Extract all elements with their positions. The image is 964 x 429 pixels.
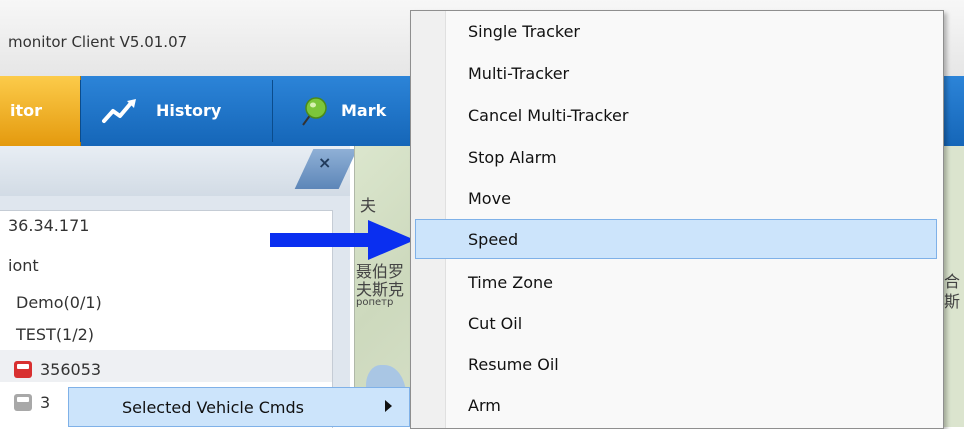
nav-tab-marker-label: Mark	[341, 101, 387, 120]
menu-item-label: Selected Vehicle Cmds	[122, 398, 304, 417]
nav-tab-history-label: History	[156, 101, 222, 120]
menu-item-label: Cut Oil	[468, 314, 523, 333]
menu-item-multi-tracker[interactable]: Multi-Tracker	[411, 54, 943, 94]
menu-item-label: Multi-Tracker	[468, 64, 570, 83]
nav-tab-monitor[interactable]: itor	[0, 76, 81, 146]
menu-item-label: Resume Oil	[468, 355, 559, 374]
menu-item-label: Stop Alarm	[468, 148, 557, 167]
menu-item-label: Move	[468, 189, 511, 208]
menu-item-resume-oil[interactable]: Resume Oil	[411, 345, 943, 385]
menu-item-move[interactable]: Move	[411, 179, 943, 219]
menu-item-speed[interactable]: Speed	[415, 219, 937, 259]
menu-item-cancel-multi-tracker[interactable]: Cancel Multi-Tracker	[411, 96, 943, 136]
menu-item-selected-vehicle-cmds[interactable]: Selected Vehicle Cmds	[68, 387, 410, 427]
menu-item-label: Single Tracker	[468, 22, 580, 41]
menu-item-single-tracker[interactable]: Single Tracker	[411, 12, 943, 52]
submenu-arrow-icon	[385, 400, 392, 412]
tree-row-group-demo[interactable]: Demo(0/1)	[16, 288, 102, 318]
window-title: monitor Client V5.01.07	[8, 33, 188, 51]
menu-item-label: Time Zone	[468, 273, 553, 292]
context-menu: Single Tracker Multi-Tracker Cancel Mult…	[410, 10, 944, 429]
pushpin-icon	[302, 97, 327, 126]
menu-item-arm[interactable]: Arm	[411, 386, 943, 426]
close-icon[interactable]: ×	[318, 153, 331, 172]
menu-item-label: Speed	[468, 230, 519, 249]
menu-item-stop-alarm[interactable]: Stop Alarm	[411, 138, 943, 178]
nav-tab-monitor-label: itor	[10, 101, 43, 120]
map-label: 夫	[360, 196, 377, 215]
nav-tab-history[interactable]: History	[81, 76, 271, 146]
tree-row-vehicle[interactable]: 3	[40, 388, 50, 418]
menu-item-label: Arm	[468, 396, 501, 415]
nav-divider	[272, 80, 273, 142]
menu-item-time-zone[interactable]: Time Zone	[411, 263, 943, 303]
menu-item-cut-oil[interactable]: Cut Oil	[411, 304, 943, 344]
map-label: 斯	[944, 292, 961, 311]
map-label: ропетр	[356, 297, 394, 308]
tree-row[interactable]: 36.34.171	[8, 211, 89, 241]
arrow-right-icon	[270, 220, 415, 260]
vehicle-offline-icon	[14, 394, 32, 411]
vehicle-online-icon	[14, 361, 32, 378]
vehicle-panel: × 36.34.171 iont Demo(0/1) TEST(1/2) 356…	[0, 146, 358, 428]
nav-tab-marker[interactable]: Mark	[280, 76, 420, 146]
history-chart-icon	[102, 99, 136, 123]
menu-item-label: Cancel Multi-Tracker	[468, 106, 629, 125]
tree-row-vehicle[interactable]: 356053	[40, 355, 101, 385]
tree-row[interactable]: iont	[8, 251, 39, 281]
tree-row-group-test[interactable]: TEST(1/2)	[16, 320, 94, 350]
